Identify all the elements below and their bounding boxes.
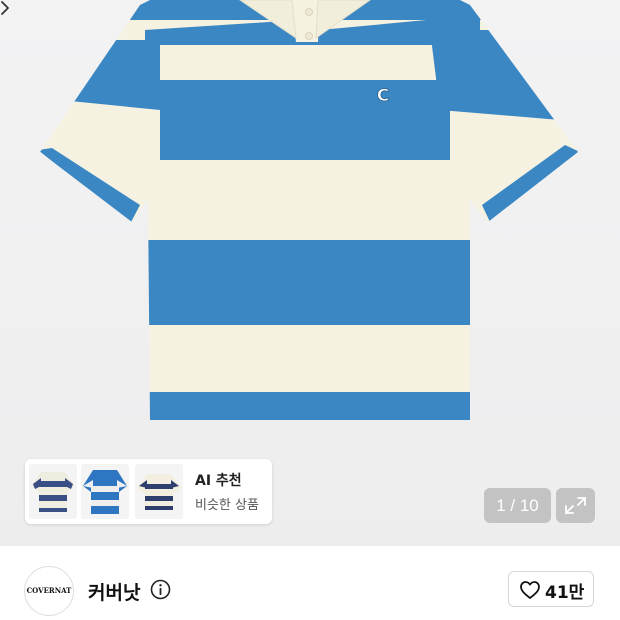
stripe-polo-thumb bbox=[31, 472, 75, 512]
stripe-polo-thumb bbox=[83, 470, 127, 514]
heart-icon bbox=[520, 581, 540, 599]
like-count: 41만 bbox=[545, 583, 585, 603]
svg-text:C: C bbox=[377, 86, 389, 106]
expand-icon bbox=[565, 497, 586, 514]
brand-logo[interactable]: COVERNAT bbox=[24, 566, 74, 616]
ai-recommend-title: AI 추천 bbox=[195, 473, 242, 489]
chevron-right-icon[interactable] bbox=[0, 0, 10, 16]
ai-recommend-card[interactable]: AI 추천 비슷한 상품 bbox=[25, 459, 272, 524]
brand-name[interactable]: 커버낫 bbox=[88, 578, 140, 605]
info-icon[interactable] bbox=[150, 579, 171, 600]
product-image-gallery[interactable]: C AI 추천 비슷한 상품 1 / 10 bbox=[0, 0, 620, 546]
expand-button[interactable] bbox=[556, 488, 595, 523]
stripe-knit-thumb bbox=[137, 474, 181, 510]
ai-recommend-subtitle: 비슷한 상품 bbox=[195, 498, 259, 513]
recommend-thumb-2[interactable] bbox=[81, 464, 129, 519]
image-counter: 1 / 10 bbox=[484, 488, 551, 523]
brand-logo-text: COVERNAT bbox=[26, 586, 72, 595]
like-button[interactable]: 41만 bbox=[508, 571, 594, 607]
recommend-thumb-1[interactable] bbox=[29, 464, 77, 519]
recommend-thumb-3[interactable] bbox=[135, 464, 183, 519]
